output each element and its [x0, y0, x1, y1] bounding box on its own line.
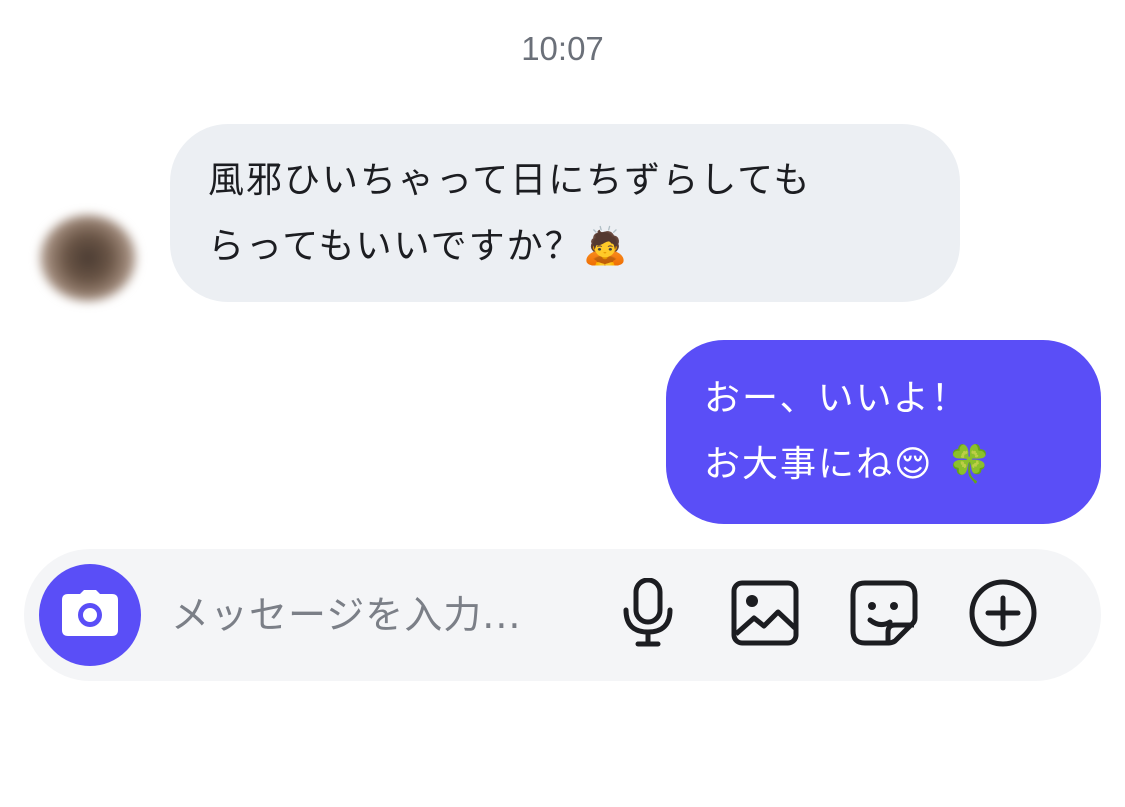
message-timestamp: 10:07: [521, 30, 604, 67]
incoming-message-bubble[interactable]: 風邪ひいちゃって日にちずらしても らってもいいですか？🙇: [170, 124, 960, 302]
sticker-icon: [850, 580, 918, 650]
incoming-message-line: 風邪ひいちゃって日にちずらしても: [208, 160, 812, 201]
microphone-icon: [618, 577, 678, 652]
image-icon: [731, 580, 799, 650]
outgoing-message-bubble[interactable]: おー、いいよ！ お大事にね😌 🍀: [666, 340, 1101, 524]
microphone-button[interactable]: [611, 577, 685, 652]
camera-button[interactable]: [39, 564, 141, 666]
outgoing-message-line: おー、いいよ！: [704, 378, 969, 419]
image-button[interactable]: [728, 578, 802, 652]
camera-icon: [62, 590, 118, 640]
incoming-message-line: らってもいいですか？🙇: [208, 226, 630, 267]
message-input[interactable]: メッセージを入力...: [171, 589, 521, 641]
avatar[interactable]: [40, 215, 136, 301]
outgoing-message-line: お大事にね😌 🍀: [704, 444, 994, 485]
plus-circle-icon: [968, 578, 1038, 652]
add-button[interactable]: [966, 578, 1040, 652]
sticker-button[interactable]: [847, 578, 921, 652]
message-composer: メッセージを入力...: [24, 549, 1101, 681]
